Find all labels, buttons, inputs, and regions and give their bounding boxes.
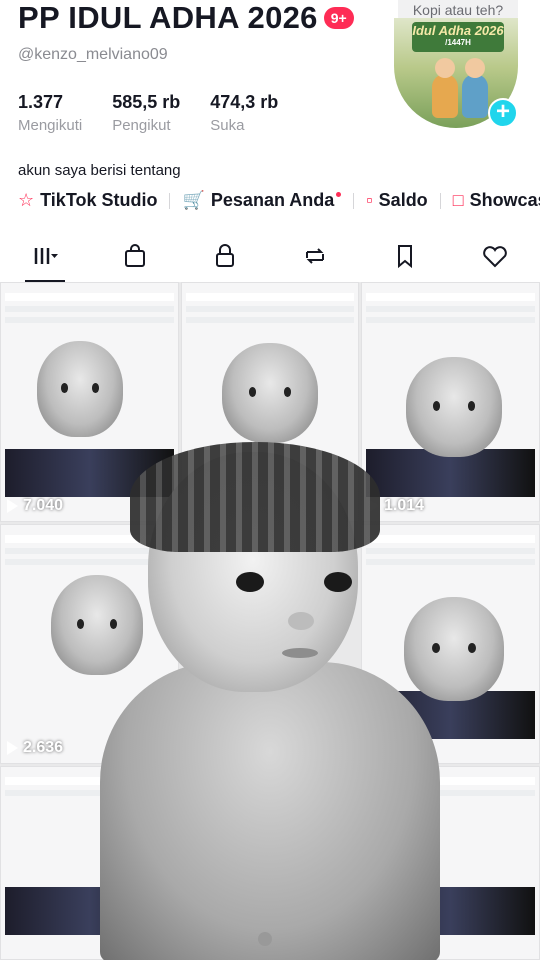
avatar-character-right: [462, 58, 488, 118]
quick-link-label: Pesanan Anda: [210, 190, 335, 210]
stat-likes[interactable]: 474,3 rb Suka: [210, 92, 278, 134]
tab-reposts[interactable]: [285, 234, 345, 278]
avatar-container[interactable]: Idul Adha 2026 /1447H +: [394, 18, 520, 128]
profile-tabs: [0, 232, 540, 282]
repost-icon: [306, 248, 324, 264]
stat-following[interactable]: 1.377 Mengikuti: [18, 92, 82, 134]
thumbnail-content: [366, 293, 535, 301]
shop-bag-icon: [125, 244, 145, 267]
baby-nose: [288, 612, 314, 630]
view-count: 2.636: [7, 739, 63, 757]
thumbnail-content: [186, 293, 354, 301]
baby-image: [406, 357, 502, 457]
avatar-banner-sub: /1447H: [445, 38, 471, 47]
page-title: PP IDUL ADHA 2026: [18, 0, 318, 35]
baby-eyes: [432, 401, 476, 411]
avatar-banner-title: Idul Adha 2026: [412, 23, 504, 38]
divider: [169, 192, 171, 209]
profile-header: PP IDUL ADHA 2026 9+ @kenzo_melviano09 1…: [0, 0, 540, 282]
stat-following-value: 1.377: [18, 92, 64, 112]
tab-private[interactable]: [195, 234, 255, 278]
quick-link-orders[interactable]: 🛒 Pesanan Anda: [182, 190, 342, 211]
avatar-banner: Idul Adha 2026 /1447H: [412, 22, 504, 52]
profile-bio: akun saya berisi tentang: [18, 162, 181, 179]
baby-eye-left: [236, 572, 264, 592]
bookmark-icon: [398, 245, 412, 269]
quick-link-balance[interactable]: ▫ Saldo: [366, 190, 427, 211]
quick-link-showcase[interactable]: □ Showcase: [453, 190, 540, 211]
bag-icon: □: [452, 190, 464, 210]
baby-eyes: [248, 387, 292, 397]
view-count-value: 7.040: [23, 497, 64, 514]
baby-eye-right: [324, 572, 352, 592]
quick-link-label: Saldo: [378, 190, 428, 210]
tab-favorites[interactable]: [375, 234, 435, 278]
divider: [439, 192, 441, 209]
heart-icon: [483, 246, 507, 268]
play-icon: [7, 741, 18, 755]
stat-followers-label: Pengikut: [112, 117, 171, 134]
quick-link-tiktok-studio[interactable]: ☆ TikTok Studio: [18, 190, 157, 211]
thumbnail-content: [186, 317, 354, 323]
thumbnail-content: [366, 317, 535, 323]
stat-followers-value: 585,5 rb: [112, 92, 181, 112]
quick-link-label: Showcase: [469, 190, 540, 210]
tab-shop[interactable]: [105, 234, 165, 278]
avatar-character-left: [432, 58, 458, 118]
wallet-icon: ▫: [366, 190, 373, 210]
baby-overlay-image: [100, 442, 460, 960]
baby-body: [100, 662, 440, 960]
stat-following-label: Mengikuti: [18, 117, 83, 134]
baby-image: [37, 341, 123, 437]
lock-icon: [216, 244, 234, 267]
add-story-button[interactable]: +: [488, 98, 518, 128]
video-grid: 7.040 1.014 2.636 7: [0, 282, 540, 960]
grid-icon: [34, 248, 58, 264]
stat-likes-value: 474,3 rb: [210, 92, 279, 112]
thumbnail-content: [186, 306, 354, 312]
divider: [353, 192, 355, 209]
stat-likes-label: Suka: [210, 117, 245, 134]
title-row: PP IDUL ADHA 2026 9+: [18, 0, 354, 36]
notification-badge[interactable]: 9+: [323, 7, 354, 29]
person-star-icon: ☆: [18, 190, 35, 210]
play-icon: [7, 499, 18, 513]
tab-liked[interactable]: [465, 234, 525, 278]
profile-handle: @kenzo_melviano09: [18, 46, 168, 63]
baby-braided-hair: [130, 442, 380, 552]
notification-dot: [336, 192, 342, 197]
baby-eyes: [61, 383, 99, 393]
thumbnail-content: [5, 317, 174, 323]
stats-row: 1.377 Mengikuti 585,5 rb Pengikut 474,3 …: [18, 92, 308, 134]
quick-link-label: TikTok Studio: [40, 190, 158, 210]
cart-icon: 🛒: [182, 190, 205, 210]
quick-links-row: ☆ TikTok Studio 🛒 Pesanan Anda ▫ Saldo □…: [18, 190, 540, 211]
tab-videos[interactable]: [15, 234, 75, 282]
view-count: 7.040: [7, 497, 63, 515]
thumbnail-content: [5, 293, 174, 301]
thumbnail-content: [5, 306, 174, 312]
shirt-button: [258, 932, 272, 946]
stat-followers[interactable]: 585,5 rb Pengikut: [112, 92, 180, 134]
thumbnail-content: [366, 306, 535, 312]
baby-mouth: [282, 648, 318, 658]
view-count-value: 2.636: [23, 739, 64, 756]
baby-image: [222, 343, 318, 443]
